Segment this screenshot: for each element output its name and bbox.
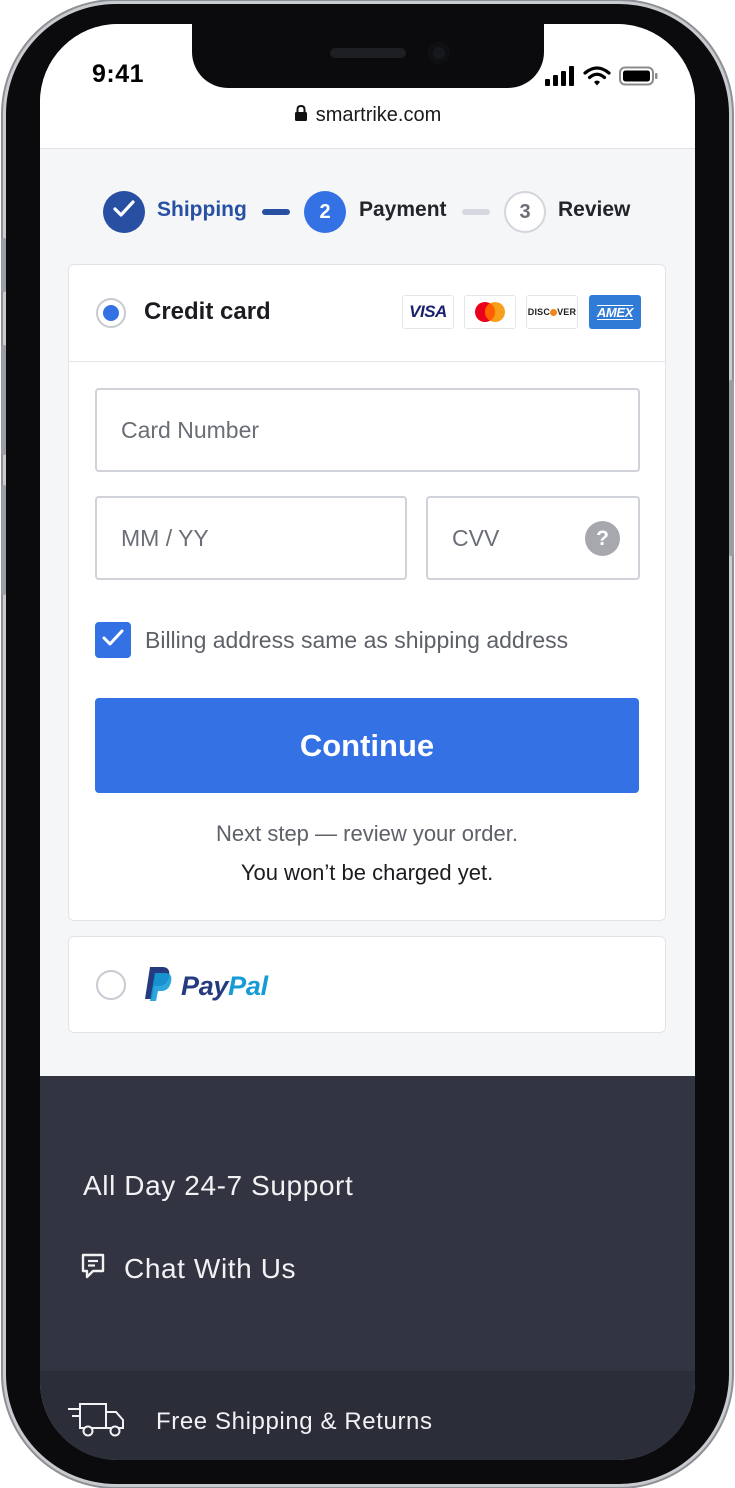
silent-switch [1,238,6,292]
discover-icon: DISC VER [526,295,578,329]
volume-up-button [1,345,6,455]
notch [192,24,544,88]
expiry-input[interactable] [121,498,368,578]
chat-label: Chat With Us [124,1252,297,1284]
credit-card-panel: Credit card VISA DISCVER AMEX ? [68,264,666,921]
step-label-review: Review [558,198,631,221]
next-step-note: Next step — review your order. [215,821,518,846]
continue-button[interactable]: Continue [95,698,639,793]
wifi-icon [583,66,611,91]
free-shipping-bar: Free Shipping & Returns [40,1371,695,1460]
paypal-option[interactable]: PayPal [68,936,666,1033]
paypal-logo: PayPal [143,966,268,1007]
delivery-truck-icon [66,1401,126,1444]
battery-icon [619,66,659,91]
chat-bubble-icon [80,1252,106,1285]
paypal-radio[interactable] [96,970,126,1000]
cvv-input[interactable] [452,498,568,578]
front-camera [428,42,450,64]
billing-same-label[interactable]: Billing address same as shipping address [145,627,568,654]
step-2-circle: 2 [304,191,346,233]
step-3-circle: 3 [504,191,546,233]
step-1-circle [103,191,145,233]
cvv-field[interactable]: ? [426,496,640,580]
amex-icon: AMEX [589,295,641,329]
lock-icon [294,104,308,127]
chat-with-us-link[interactable]: Chat With Us [80,1252,296,1285]
expiry-field[interactable] [95,496,407,580]
site-footer: All Day 24-7 Support Chat With Us Free S… [40,1076,695,1460]
status-icons [545,66,659,91]
credit-card-label: Credit card [144,298,271,325]
checkout-stepper: Shipping 2 Payment 3 Review [40,184,695,240]
step-label-shipping: Shipping [157,198,247,221]
screen: 9:41 smartrike.com Shipping 2 Payment 3 … [40,24,695,1460]
step-connector-2 [462,209,490,215]
free-shipping-label: Free Shipping & Returns [156,1408,433,1435]
card-number-input[interactable] [121,390,554,470]
checkmark-icon [113,200,135,224]
paypal-icon [143,966,173,1007]
speaker-grill [330,48,406,58]
cvv-help-icon[interactable]: ? [585,521,620,556]
paypal-word-pal: Pal [228,971,268,1001]
mastercard-icon [464,295,516,329]
panel-divider [69,361,665,362]
volume-down-button [1,485,6,595]
credit-card-radio[interactable] [96,298,126,328]
charge-note: You won’t be charged yet. [240,860,494,885]
step-connector-1 [262,209,290,215]
checkmark-icon [102,629,124,652]
browser-address-bar[interactable]: smartrike.com [40,100,695,149]
support-heading: All Day 24-7 Support [83,1170,354,1201]
paypal-word-pay: Pay [181,971,229,1001]
card-number-field[interactable] [95,388,640,472]
power-button [729,380,734,556]
url-text: smartrike.com [315,104,442,126]
step-label-payment: Payment [359,198,447,221]
status-time: 9:41 [92,60,145,88]
cellular-signal-icon [545,66,575,91]
billing-same-checkbox[interactable] [95,622,131,658]
visa-icon: VISA [402,295,454,329]
